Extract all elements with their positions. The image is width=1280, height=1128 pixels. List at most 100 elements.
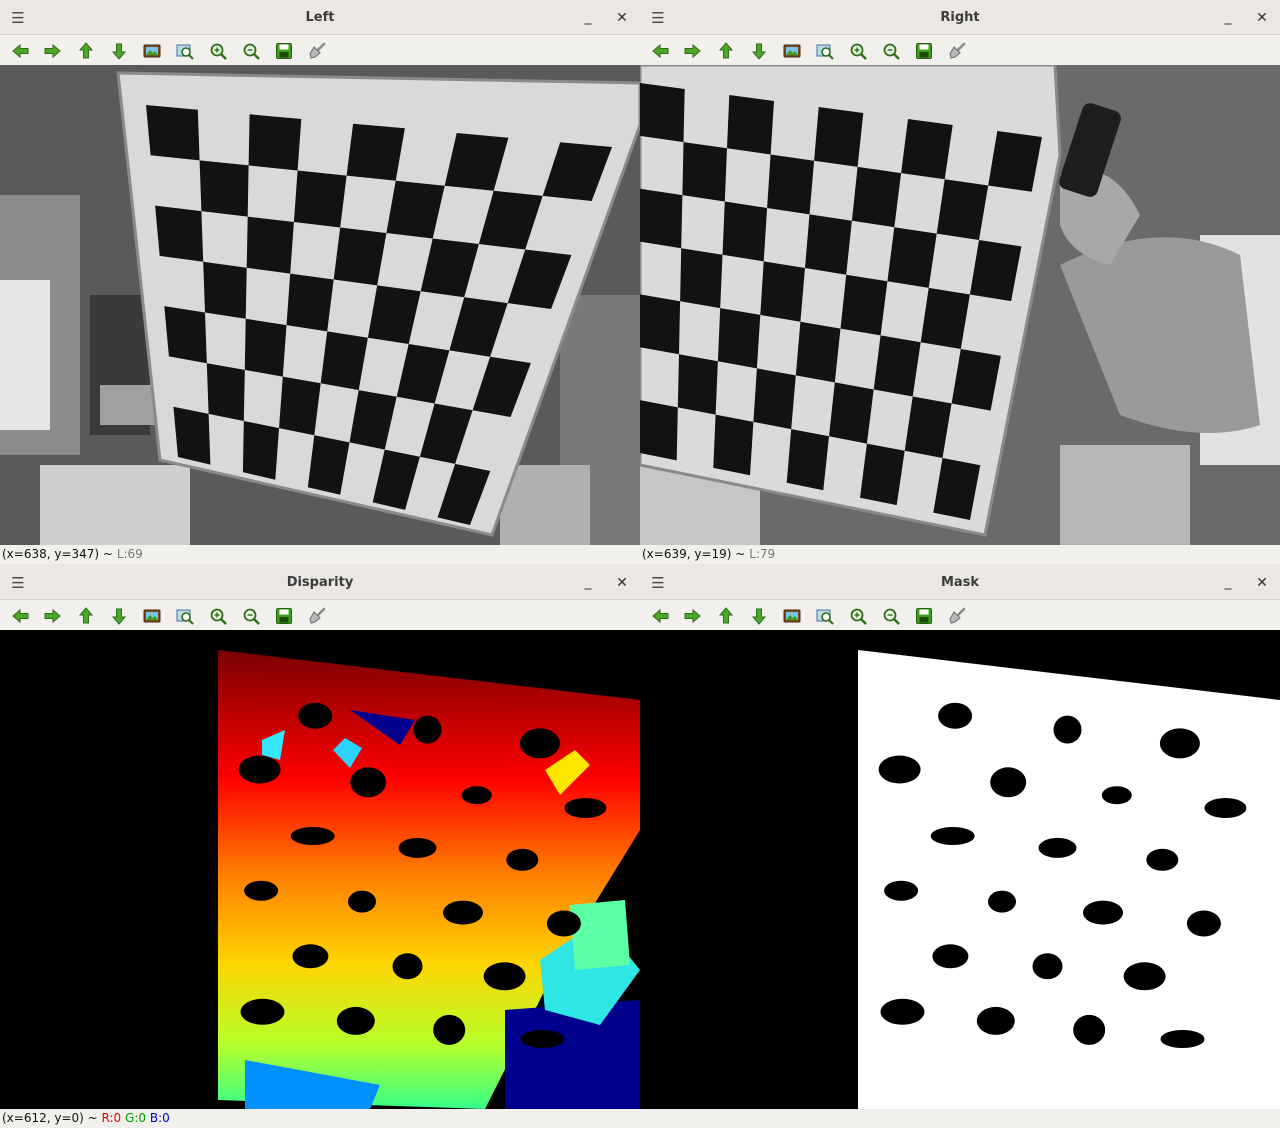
invalid-region	[564, 798, 607, 818]
zoom-out-icon[interactable]	[239, 39, 263, 63]
arrow-up-icon[interactable]	[714, 39, 738, 63]
mask-canvas[interactable]	[640, 630, 1280, 1109]
zoom-in-icon[interactable]	[846, 604, 870, 628]
invalid-region	[1053, 715, 1082, 744]
hamburger-menu-icon[interactable]: ☰	[8, 573, 28, 593]
checker-square	[203, 261, 247, 319]
arrow-up-icon[interactable]	[714, 604, 738, 628]
checker-square	[760, 261, 805, 322]
invalid-region	[413, 715, 442, 744]
checker-square	[786, 429, 829, 491]
arrow-up-icon[interactable]	[74, 39, 98, 63]
invalid-region	[1159, 728, 1200, 759]
close-button[interactable]: ✕	[1252, 573, 1272, 593]
arrow-down-icon[interactable]	[107, 604, 131, 628]
invalid-region	[483, 962, 526, 991]
checker-square	[244, 318, 287, 377]
checker-square	[677, 354, 718, 415]
invalid-region	[348, 890, 376, 913]
disparity-map-image	[0, 630, 640, 1109]
hamburger-menu-icon[interactable]: ☰	[8, 8, 28, 28]
checker-square	[164, 306, 207, 364]
right-image-canvas[interactable]	[640, 65, 1280, 545]
checker-square	[279, 376, 321, 436]
arrow-up-icon[interactable]	[74, 604, 98, 628]
minimize-button[interactable]: _	[578, 573, 598, 593]
checker-square	[805, 214, 852, 275]
minimize-button[interactable]: _	[1218, 573, 1238, 593]
zoom-out-icon[interactable]	[239, 604, 263, 628]
arrow-left-icon[interactable]	[648, 604, 672, 628]
checker-square	[727, 95, 774, 155]
save-icon[interactable]	[272, 604, 296, 628]
image-icon[interactable]	[780, 604, 804, 628]
disparity-titlebar[interactable]: ☰ Disparity _ ✕	[0, 565, 640, 600]
invalid-region	[976, 1006, 1015, 1035]
cursor-coordinates: (x=638, y=347) ~	[2, 547, 113, 561]
arrow-left-icon[interactable]	[8, 39, 32, 63]
checker-square	[901, 119, 953, 180]
left-titlebar[interactable]: ☰ Left _ ✕	[0, 0, 640, 35]
cursor-coordinates: (x=639, y=19) ~	[642, 547, 746, 561]
invalid-region	[433, 1014, 466, 1045]
arrow-left-icon[interactable]	[8, 604, 32, 628]
arrow-right-icon[interactable]	[41, 604, 65, 628]
invalid-region	[546, 910, 581, 937]
invalid-region	[1073, 1014, 1106, 1045]
zoom-out-icon[interactable]	[879, 39, 903, 63]
invalid-region	[350, 767, 387, 798]
disparity-canvas[interactable]	[0, 630, 640, 1109]
invalid-region	[461, 786, 492, 805]
arrow-down-icon[interactable]	[747, 39, 771, 63]
brush-icon[interactable]	[945, 604, 969, 628]
arrow-right-icon[interactable]	[41, 39, 65, 63]
image-icon[interactable]	[140, 39, 164, 63]
checker-square	[640, 294, 681, 355]
pixel-red-value: R:0	[101, 1111, 122, 1125]
invalid-region	[392, 953, 423, 980]
image-icon[interactable]	[140, 604, 164, 628]
zoom-out-icon[interactable]	[879, 604, 903, 628]
hamburger-menu-icon[interactable]: ☰	[648, 573, 668, 593]
zoom-in-icon[interactable]	[206, 39, 230, 63]
save-icon[interactable]	[912, 39, 936, 63]
checker-square	[640, 400, 678, 461]
left-image-canvas[interactable]	[0, 65, 640, 545]
brush-icon[interactable]	[945, 39, 969, 63]
hamburger-menu-icon[interactable]: ☰	[648, 8, 668, 28]
close-button[interactable]: ✕	[612, 8, 632, 28]
invalid-region	[878, 755, 921, 784]
pixel-value: L:69	[116, 547, 143, 561]
save-icon[interactable]	[912, 604, 936, 628]
zoom-fit-icon[interactable]	[813, 604, 837, 628]
pixel-value: L:79	[749, 547, 776, 561]
checker-square	[286, 273, 334, 332]
arrow-down-icon[interactable]	[107, 39, 131, 63]
zoom-in-icon[interactable]	[846, 39, 870, 63]
checker-square	[936, 179, 989, 240]
zoom-fit-icon[interactable]	[813, 39, 837, 63]
zoom-fit-icon[interactable]	[173, 39, 197, 63]
minimize-button[interactable]: _	[1218, 8, 1238, 28]
arrow-right-icon[interactable]	[681, 39, 705, 63]
close-button[interactable]: ✕	[612, 573, 632, 593]
invalid-region	[443, 900, 483, 925]
minimize-button[interactable]: _	[578, 8, 598, 28]
checker-square	[795, 321, 841, 383]
arrow-left-icon[interactable]	[648, 39, 672, 63]
zoom-in-icon[interactable]	[206, 604, 230, 628]
left-window: ☰ Left _ ✕ (x=638, y=347) ~ L:69	[0, 0, 640, 564]
close-button[interactable]: ✕	[1252, 8, 1272, 28]
brush-icon[interactable]	[305, 39, 329, 63]
pixel-green-value: G:0	[125, 1111, 147, 1125]
save-icon[interactable]	[272, 39, 296, 63]
arrow-right-icon[interactable]	[681, 604, 705, 628]
brush-icon[interactable]	[305, 604, 329, 628]
image-icon[interactable]	[780, 39, 804, 63]
checker-square	[682, 142, 727, 202]
arrow-down-icon[interactable]	[747, 604, 771, 628]
right-titlebar[interactable]: ☰ Right _ ✕	[640, 0, 1280, 35]
zoom-fit-icon[interactable]	[173, 604, 197, 628]
checker-square	[713, 414, 754, 476]
mask-titlebar[interactable]: ☰ Mask _ ✕	[640, 565, 1280, 600]
